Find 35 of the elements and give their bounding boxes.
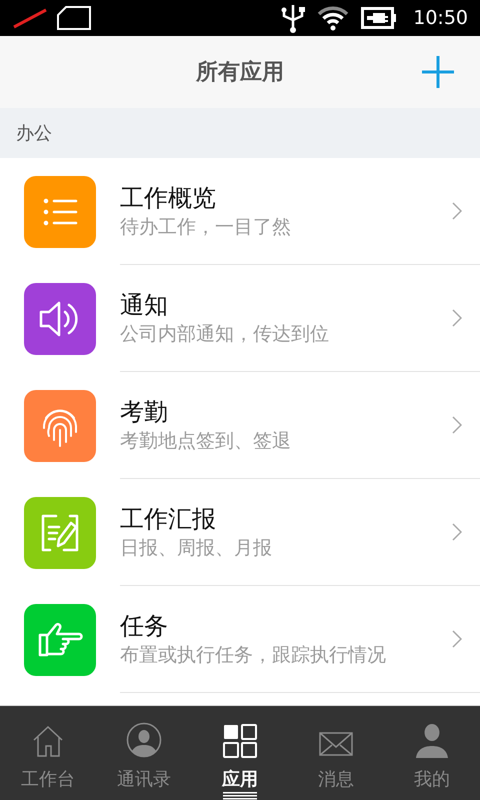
person-circle-icon (126, 722, 162, 758)
clock-time: 10:50 (413, 6, 468, 31)
grid-icon (223, 724, 257, 758)
app-title: 通知 (120, 290, 169, 321)
battery-charging-icon (361, 7, 398, 29)
app-subtitle: 待办工作，一目了然 (120, 215, 292, 240)
person-icon (414, 722, 450, 758)
page-title: 所有应用 (196, 58, 284, 86)
usb-icon (281, 3, 306, 33)
sim-card-icon (56, 6, 92, 30)
chevron-right-icon (452, 523, 462, 541)
app-title: 任务 (120, 611, 169, 642)
chevron-right-icon (452, 202, 462, 220)
nav-tab[interactable]: 工作台 (0, 706, 96, 800)
house-icon (31, 724, 65, 758)
chevron-right-icon (452, 630, 462, 648)
section-title: 办公 (16, 122, 52, 146)
envelope-icon (319, 732, 353, 758)
chevron-right-icon (452, 416, 462, 434)
nav-tab[interactable]: 应用 (192, 706, 288, 800)
nav-tab[interactable]: 通讯录 (96, 706, 192, 800)
nav-tab[interactable]: 消息 (288, 706, 384, 800)
nav-tab[interactable]: 我的 (384, 706, 480, 800)
app-title: 工作概览 (120, 183, 217, 214)
app-subtitle: 考勤地点签到、签退 (120, 429, 292, 454)
no-signal-icon (12, 7, 48, 29)
add-button[interactable] (420, 54, 456, 90)
selected-indicator (223, 792, 257, 800)
app-title: 工作汇报 (120, 504, 217, 535)
wifi-icon (317, 5, 350, 31)
app-title: 考勤 (120, 397, 169, 428)
app-subtitle: 布置或执行任务，跟踪执行情况 (120, 643, 387, 668)
app-subtitle: 公司内部通知，传达到位 (120, 322, 330, 347)
app-subtitle: 日报、周报、月报 (120, 536, 273, 561)
chevron-right-icon (452, 309, 462, 327)
